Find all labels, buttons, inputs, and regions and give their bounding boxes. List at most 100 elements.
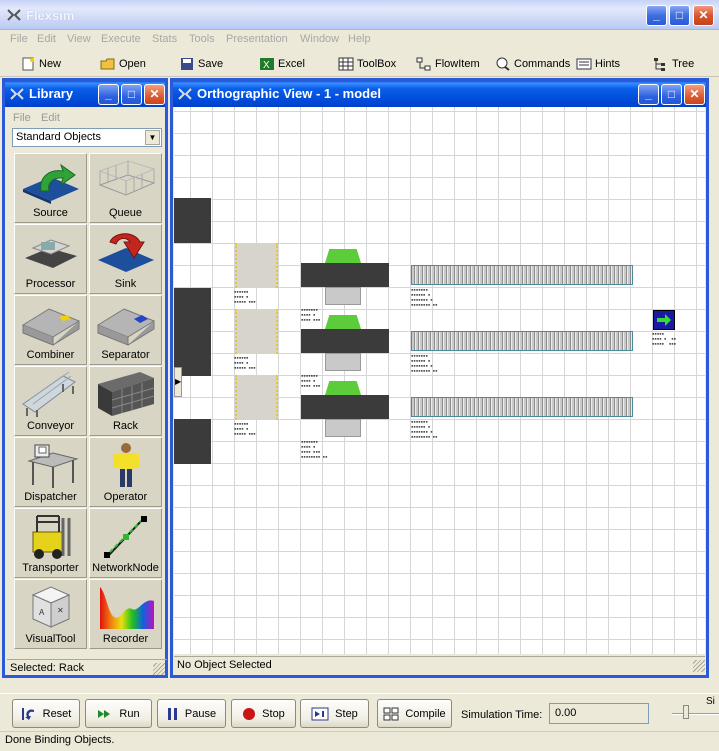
tree-button[interactable]: Tree <box>653 55 694 73</box>
arrow-right-icon <box>657 314 671 326</box>
model-source-1[interactable] <box>174 198 211 243</box>
toolbox-button[interactable]: ToolBox <box>338 55 396 73</box>
ortho-status: No Object Selected <box>174 656 705 674</box>
ortho-title: Orthographic View - 1 - model <box>197 86 381 101</box>
minimize-icon: _ <box>105 87 112 101</box>
speed-slider-thumb[interactable] <box>683 705 689 719</box>
library-title: Library <box>29 86 74 101</box>
menu-window[interactable]: Window <box>300 33 339 45</box>
simulation-time-field: 0.00 <box>549 703 649 724</box>
model-conveyor-1[interactable] <box>411 265 633 285</box>
app-titlebar: Flexsim _ □ ✕ <box>0 0 719 30</box>
menu-help[interactable]: Help <box>348 33 371 45</box>
queue-1-stats: ▪▪▪▪▪▪ ▪▪▪▪ ▪ ▪▪▪▪▪ ▪▪▪ <box>234 289 256 304</box>
sink-icon <box>98 233 154 272</box>
separator-icon <box>96 308 156 346</box>
maximize-icon: □ <box>675 8 684 22</box>
open-button[interactable]: Open <box>100 55 146 73</box>
stop-button[interactable]: Stop <box>231 699 296 728</box>
maximize-button[interactable]: □ <box>669 5 690 26</box>
library-item-separator[interactable]: Separator <box>89 295 162 365</box>
new-button[interactable]: New <box>20 55 61 73</box>
model-conveyor-2[interactable] <box>411 331 633 351</box>
library-menu-edit[interactable]: Edit <box>41 112 60 124</box>
model-queue-3[interactable] <box>235 375 278 420</box>
library-item-dispatcher[interactable]: Dispatcher <box>14 437 87 507</box>
ortho-close-button[interactable]: ✕ <box>684 84 705 105</box>
reset-button[interactable]: Reset <box>12 699 80 728</box>
model-queue-1[interactable] <box>235 243 278 288</box>
sink-stats: ▪▪▪▪▪ ▪▪▪▪ ▪ ▪▪ ▪▪▪▪▪ ▪▪▪ <box>652 331 677 346</box>
visualtool-icon: A ✕ <box>31 586 71 628</box>
model-queue-2[interactable] <box>235 309 278 354</box>
library-maximize-button[interactable]: □ <box>121 84 142 105</box>
simulation-controls: Reset Run Pause Stop Step Compile Simula… <box>0 693 719 731</box>
app-status-bar: Done Binding Objects. <box>0 731 719 751</box>
menu-file[interactable]: File <box>10 33 28 45</box>
excel-button[interactable]: X Excel <box>259 55 305 73</box>
library-titlebar: Library _ □ ✕ <box>5 81 165 107</box>
library-item-visualtool[interactable]: A ✕ VisualTool <box>14 579 87 649</box>
simulation-time-label: Simulation Time: <box>461 709 543 721</box>
transporter-icon <box>32 515 71 559</box>
combiner-icon <box>21 308 81 346</box>
menu-stats[interactable]: Stats <box>152 33 177 45</box>
speed-slider-track[interactable] <box>672 713 719 715</box>
maximize-icon: □ <box>127 87 136 101</box>
queue-icon <box>98 160 156 196</box>
minimize-button[interactable]: _ <box>646 5 667 26</box>
ortho-minimize-button[interactable]: _ <box>638 84 659 105</box>
queue-2-stats: ▪▪▪▪▪▪ ▪▪▪▪ ▪ ▪▪▪▪▪ ▪▪▪ <box>234 355 256 370</box>
library-item-source[interactable]: Source <box>14 153 87 223</box>
library-item-processor[interactable]: Processor <box>14 224 87 294</box>
menu-execute[interactable]: Execute <box>101 33 141 45</box>
source-icon <box>23 163 79 204</box>
excel-icon: X <box>260 58 274 71</box>
menu-presentation[interactable]: Presentation <box>226 33 288 45</box>
model-conveyor-3[interactable] <box>411 397 633 417</box>
hints-button[interactable]: Hints <box>576 55 620 73</box>
run-button[interactable]: Run <box>85 699 152 728</box>
library-item-queue[interactable]: Queue <box>89 153 162 223</box>
close-button[interactable]: ✕ <box>693 5 714 26</box>
speed-label: Si <box>706 696 715 707</box>
library-item-combiner[interactable]: Combiner <box>14 295 87 365</box>
new-file-icon <box>22 57 34 71</box>
library-item-rack[interactable]: Rack <box>89 366 162 436</box>
step-button[interactable]: Step <box>300 699 369 728</box>
resize-grip-icon[interactable] <box>153 663 165 675</box>
library-menu-file[interactable]: File <box>13 112 31 124</box>
close-icon: ✕ <box>689 87 700 101</box>
stop-icon <box>243 707 256 720</box>
library-status: Selected: Rack <box>7 659 167 677</box>
ortho-maximize-button[interactable]: □ <box>661 84 682 105</box>
library-item-transporter[interactable]: Transporter <box>14 508 87 578</box>
canvas-expand-arrow-icon[interactable]: ▶ <box>174 367 182 397</box>
rack-icon <box>98 372 155 416</box>
menu-edit[interactable]: Edit <box>37 33 56 45</box>
main-toolbar: New Open Save X Excel ToolBox FlowItem C… <box>0 51 719 77</box>
model-source-3[interactable] <box>174 419 211 464</box>
library-category-select[interactable]: Standard Objects ▼ <box>12 128 162 147</box>
menu-view[interactable]: View <box>67 33 91 45</box>
compile-button[interactable]: Compile <box>377 699 452 728</box>
library-minimize-button[interactable]: _ <box>98 84 119 105</box>
model-canvas[interactable]: ▶ ▪▪▪▪▪▪ ▪▪▪▪ ▪ ▪▪▪▪▪ ▪▪▪ ▪▪▪▪▪▪ ▪▪▪▪ ▪ ▪▪▪▪… <box>174 107 705 654</box>
recorder-icon <box>100 587 154 629</box>
close-icon: ✕ <box>698 8 709 22</box>
commands-button[interactable]: Commands <box>495 55 570 73</box>
library-item-operator[interactable]: Operator <box>89 437 162 507</box>
library-close-button[interactable]: ✕ <box>144 84 165 105</box>
library-item-conveyor[interactable]: Conveyor <box>14 366 87 436</box>
resize-grip-icon[interactable] <box>693 660 705 672</box>
library-item-sink[interactable]: Sink <box>89 224 162 294</box>
library-item-recorder[interactable]: Recorder <box>89 579 162 649</box>
flowitem-button[interactable]: FlowItem <box>416 55 480 73</box>
menu-tools[interactable]: Tools <box>189 33 215 45</box>
model-sink[interactable] <box>653 310 675 330</box>
chevron-down-icon[interactable]: ▼ <box>145 130 160 145</box>
model-source-2[interactable] <box>174 288 211 376</box>
library-item-networknode[interactable]: NetworkNode <box>89 508 162 578</box>
save-button[interactable]: Save <box>179 55 223 73</box>
pause-button[interactable]: Pause <box>157 699 226 728</box>
